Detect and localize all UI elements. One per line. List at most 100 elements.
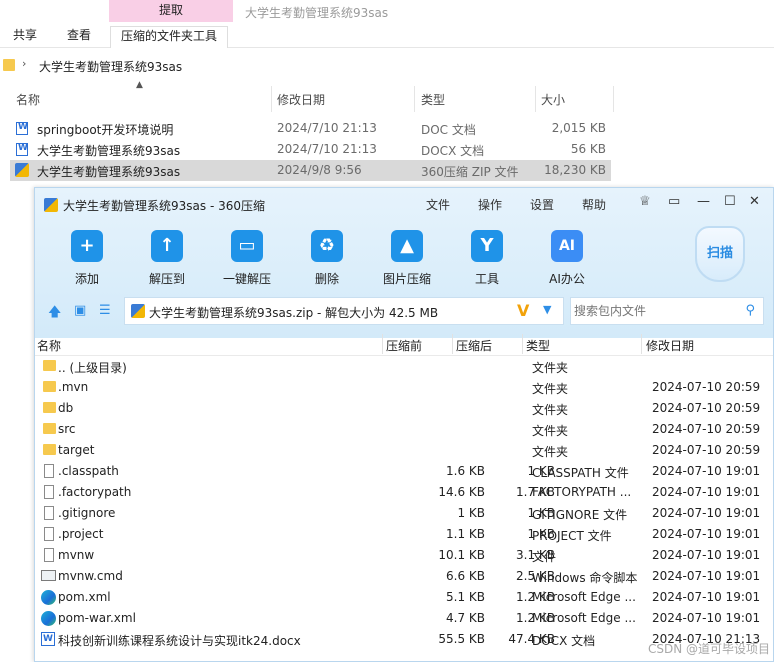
list-item[interactable]: db 文件夹 2024-07-10 20:59 [35,398,773,419]
list-item[interactable]: pom.xml 5.1 KB 1.2 KB Microsoft Edge ...… [35,587,773,608]
file-name: 大学生考勤管理系统93sas [37,165,181,179]
file-row[interactable]: springboot开发环境说明 2024/7/10 21:13 DOC 文档 … [10,118,611,139]
tool-label: 解压到 [148,272,185,286]
file-icon [44,485,54,499]
minimize-icon[interactable]: — [697,194,710,209]
list-item-parent-dir[interactable]: .. (上级目录) 文件夹 [35,356,773,377]
feedback-shirt-icon[interactable]: ♕ [639,194,651,209]
list-item[interactable]: .classpath 1.6 KB 1 KB CLASSPATH 文件 2024… [35,461,773,482]
menu-help[interactable]: 帮助 [582,196,606,213]
zip-archive-icon [15,163,29,177]
thumbnail-view-icon[interactable]: ▣ [74,303,86,318]
zip-toolbar-area: 大学生考勤管理系统93sas - 360压缩 文件 操作 设置 帮助 ♕ ▭ —… [35,188,773,338]
column-divider[interactable] [271,86,272,112]
column-divider[interactable] [382,334,383,354]
list-item[interactable]: .project 1.1 KB 1 KB PROJECT 文件 2024-07-… [35,524,773,545]
list-item[interactable]: target 文件夹 2024-07-10 20:59 [35,440,773,461]
column-type[interactable]: 类型 [526,337,550,354]
item-type: 文件夹 [532,361,569,375]
column-divider[interactable] [452,334,453,354]
column-modified-date[interactable]: 修改日期 [646,337,694,354]
tool-add-button[interactable]: + 添加 [51,230,123,287]
column-name[interactable]: 名称 [37,337,61,354]
tool-ai-office-button[interactable]: AI AI办公 [531,230,603,287]
word-doc-icon [16,143,28,156]
column-divider[interactable] [641,334,642,354]
tool-extract-to-button[interactable]: ↑ 解压到 [131,230,203,287]
tool-image-compress-button[interactable]: ▲ 图片压缩 [371,230,443,287]
chevron-down-icon[interactable]: ▼ [543,303,551,316]
close-icon[interactable]: ✕ [749,194,760,209]
list-view-icon[interactable]: ☰ [99,303,111,318]
folder-icon [43,423,56,434]
search-input[interactable] [572,299,732,323]
column-divider[interactable] [414,86,415,112]
item-date: 2024-07-10 19:01 [652,548,761,562]
list-item[interactable]: .gitignore 1 KB 1 KB GITIGNORE 文件 2024-0… [35,503,773,524]
tool-label: 删除 [314,272,339,286]
up-arrow-icon[interactable]: 🡅 [48,303,61,325]
file-icon [44,506,54,520]
tools-icon: Y [471,230,503,262]
explorer-address-bar[interactable]: › 大学生考勤管理系统93sas [0,54,774,78]
folder-icon [3,59,15,71]
search-icon[interactable]: ⚲ [745,303,755,318]
item-date: 2024-07-10 19:01 [652,527,761,541]
folder-icon [43,360,56,371]
file-row-selected[interactable]: 大学生考勤管理系统93sas 2024/9/8 9:56 360压缩 ZIP 文… [10,160,611,181]
file-name: 大学生考勤管理系统93sas [37,144,181,158]
file-type: DOC 文档 [421,123,476,137]
file-size: 56 KB [570,142,606,156]
add-icon: + [71,230,103,262]
list-item[interactable]: mvnw.cmd 6.6 KB 2.5 KB Windows 命令脚本 2024… [35,566,773,587]
list-item[interactable]: pom-war.xml 4.7 KB 1.2 KB Microsoft Edge… [35,608,773,629]
breadcrumb[interactable]: 大学生考勤管理系统93sas [39,58,182,75]
column-divider[interactable] [535,86,536,112]
item-name: src [58,422,76,436]
column-divider[interactable] [613,86,614,112]
chevron-right-icon[interactable]: › [22,57,26,70]
verified-v-icon[interactable]: V [517,301,529,320]
item-name: mvnw.cmd [58,569,123,583]
file-row[interactable]: 大学生考勤管理系统93sas 2024/7/10 21:13 DOCX 文档 5… [10,139,611,160]
menu-operation[interactable]: 操作 [478,196,502,213]
scan-button[interactable]: 扫描 [695,226,745,282]
cmd-script-icon [41,570,56,581]
list-item[interactable]: .mvn 文件夹 2024-07-10 20:59 [35,377,773,398]
maximize-icon[interactable]: ☐ [724,194,736,209]
file-icon [44,548,54,562]
list-item[interactable]: src 文件夹 2024-07-10 20:59 [35,419,773,440]
zip-path-row: 🡅 ▣ ☰ 大学生考勤管理系统93sas.zip - 解包大小为 42.5 MB… [35,294,773,328]
column-compressed-size[interactable]: 压缩前 [386,337,422,354]
archive-search-box[interactable]: ⚲ [570,297,764,325]
zip-title-bar[interactable]: 大学生考勤管理系统93sas - 360压缩 文件 操作 设置 帮助 ♕ ▭ —… [35,188,773,220]
menu-file[interactable]: 文件 [426,196,450,213]
ribbon-tab-share[interactable]: 共享 [13,26,37,48]
archive-path-field[interactable]: 大学生考勤管理系统93sas.zip - 解包大小为 42.5 MB V ▼ [124,297,564,325]
menu-settings[interactable]: 设置 [530,196,554,213]
tool-tools-button[interactable]: Y 工具 [451,230,523,287]
list-item[interactable]: mvnw 10.1 KB 3.1 KB 文件 2024-07-10 19:01 [35,545,773,566]
app-icon [44,198,58,212]
zip-viewer-window: 大学生考勤管理系统93sas - 360压缩 文件 操作 设置 帮助 ♕ ▭ —… [34,187,774,662]
word-doc-icon: W [41,632,55,646]
column-divider[interactable] [522,334,523,354]
ribbon-tab-compressed-folder-tools[interactable]: 压缩的文件夹工具 [110,26,229,48]
tool-one-click-extract-button[interactable]: ▭ 一键解压 [211,230,283,287]
item-date: 2024-07-10 20:59 [652,422,761,436]
ai-office-icon: AI [551,230,583,262]
item-type: 文件 [532,550,557,564]
ribbon-context-tab-extract[interactable]: 提取 [109,0,233,22]
column-size[interactable]: 大小 [541,91,565,108]
column-name[interactable]: 名称 [16,91,40,108]
delete-icon: ♻ [311,230,343,262]
column-uncompressed-size[interactable]: 压缩后 [456,337,492,354]
tool-delete-button[interactable]: ♻ 删除 [291,230,363,287]
column-date[interactable]: 修改日期 [277,91,325,108]
item-compressed-size: 10.1 KB [438,548,485,562]
skin-icon[interactable]: ▭ [668,194,680,209]
list-item[interactable]: .factorypath 14.6 KB 1.7 KB FACTORYPATH … [35,482,773,503]
column-type[interactable]: 类型 [421,91,445,108]
ribbon-tab-view[interactable]: 查看 [67,26,91,48]
item-type: CLASSPATH 文件 [532,466,629,480]
